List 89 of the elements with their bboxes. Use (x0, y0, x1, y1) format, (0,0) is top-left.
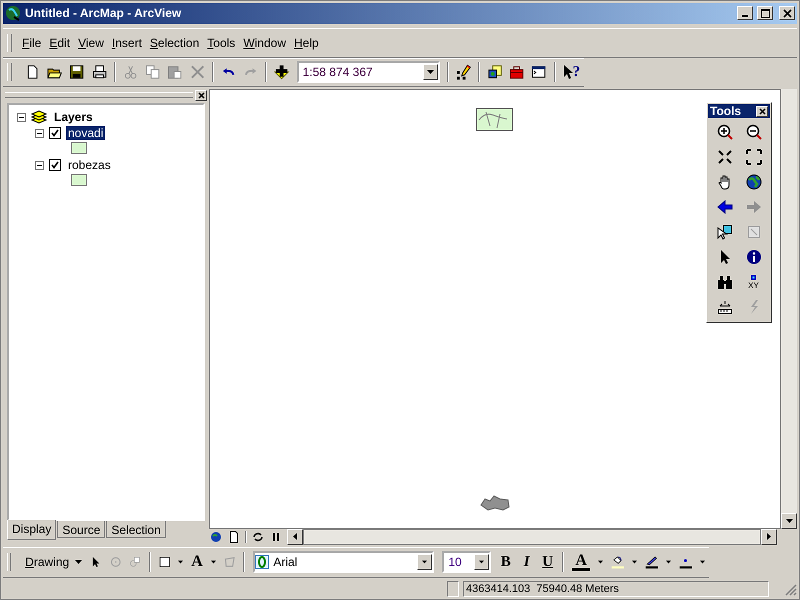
scroll-right-icon (767, 533, 771, 540)
format-button[interactable]: U (541, 554, 554, 571)
help-question-mark[interactable]: ? (572, 64, 580, 81)
scroll-left-icon (293, 533, 297, 540)
add-data-icon[interactable] (274, 64, 290, 80)
menu-item[interactable]: Window (239, 34, 290, 52)
menu-item[interactable]: View (74, 34, 108, 52)
font-field[interactable]: Arial (253, 551, 434, 574)
layers-icon (31, 110, 47, 124)
menu-item[interactable]: Insert (108, 34, 146, 52)
info-icon[interactable] (746, 249, 762, 266)
close-icon (758, 108, 766, 115)
close-button[interactable] (195, 90, 207, 101)
caret-icon[interactable] (210, 560, 216, 564)
font-icon (255, 555, 270, 570)
print-icon[interactable] (92, 64, 107, 80)
binoculars-icon[interactable] (716, 274, 732, 290)
collapse-icon[interactable] (35, 128, 44, 138)
panel-tab[interactable]: Source (57, 520, 106, 538)
tools-window-title: Tools (710, 104, 742, 118)
command-window-icon[interactable] (531, 64, 547, 80)
globe-icon[interactable] (746, 174, 762, 190)
catalog-icon[interactable] (486, 64, 502, 80)
layers-label[interactable]: Layers (52, 110, 95, 124)
vertical-scrollbar[interactable] (781, 89, 797, 529)
zoom-in-icon[interactable] (716, 124, 732, 140)
status-panel (447, 581, 459, 598)
resize-grip-icon (784, 582, 797, 596)
menu-item[interactable]: Edit (45, 34, 74, 52)
panel-tab[interactable]: Display (7, 520, 56, 540)
caret-icon[interactable] (426, 70, 434, 74)
coordinates-readout: 4363414.103 75940.48 Meters (463, 581, 769, 598)
save-icon[interactable] (69, 64, 85, 80)
caret-icon[interactable] (75, 560, 82, 564)
close-button[interactable] (779, 6, 795, 20)
caret-icon[interactable] (598, 560, 604, 564)
drawing-menu[interactable]: Drawing (25, 555, 82, 570)
layer-name[interactable]: robezas (66, 158, 113, 172)
layer-name[interactable]: novadi (66, 126, 106, 140)
caret-icon[interactable] (178, 560, 184, 564)
paste-icon[interactable] (167, 64, 183, 80)
caret-icon[interactable] (479, 560, 484, 564)
menu-item[interactable]: Help (290, 34, 323, 52)
font-size-field[interactable]: 10 (442, 551, 492, 574)
hand-icon[interactable] (716, 174, 732, 190)
collapse-icon[interactable] (35, 160, 44, 170)
layout-view-icon[interactable] (227, 530, 241, 544)
menu-item[interactable]: Tools (203, 34, 240, 52)
scale-field[interactable]: 1:58 874 367 (296, 61, 440, 84)
help-pointer-icon[interactable] (562, 64, 573, 80)
select-elements-icon[interactable] (716, 224, 732, 240)
back-arrow-icon[interactable] (716, 199, 732, 216)
format-button[interactable]: I (520, 554, 534, 571)
fixed-zoom-out-icon[interactable] (746, 149, 762, 166)
font-color-button[interactable]: A (572, 553, 590, 572)
globe-icon (5, 5, 21, 22)
caret-icon[interactable] (632, 560, 638, 564)
caret-icon[interactable] (422, 560, 428, 564)
format-button[interactable]: B (499, 554, 512, 571)
copy-icon[interactable] (145, 64, 160, 80)
text-tool[interactable]: A (191, 553, 203, 572)
menu-item[interactable]: File (18, 34, 46, 52)
map-canvas[interactable]: Tools XY (209, 89, 781, 529)
close-button[interactable] (756, 106, 768, 117)
maximize-button[interactable] (757, 6, 773, 20)
data-view-icon[interactable] (209, 530, 223, 544)
zoom-out-icon[interactable] (746, 124, 762, 140)
close-icon (782, 8, 792, 18)
editor-icon[interactable] (456, 64, 471, 80)
caret-icon[interactable] (700, 560, 706, 564)
minimize-button[interactable] (737, 6, 753, 20)
xy-label[interactable]: XY (748, 281, 759, 290)
menu-item[interactable]: Selection (146, 34, 204, 52)
map-thumbnail-drawing (476, 108, 513, 132)
maximize-icon (760, 8, 770, 18)
close-icon (198, 92, 204, 99)
measure-icon[interactable] (716, 299, 732, 316)
caret-icon[interactable] (666, 560, 672, 564)
layer-checkbox[interactable] (49, 159, 61, 172)
layer-checkbox[interactable] (49, 127, 61, 140)
collapse-icon[interactable] (17, 112, 26, 122)
panel-tab[interactable]: Selection (106, 520, 166, 538)
toolbox-icon[interactable] (509, 64, 524, 80)
target-icon[interactable] (750, 274, 757, 282)
fixed-zoom-in-icon[interactable] (716, 149, 732, 166)
window-title: Untitled - ArcMap - ArcView (25, 6, 182, 20)
map-feature-drawing (480, 495, 510, 514)
scroll-down-icon[interactable] (786, 518, 792, 523)
horizontal-scrollbar[interactable] (287, 528, 777, 545)
